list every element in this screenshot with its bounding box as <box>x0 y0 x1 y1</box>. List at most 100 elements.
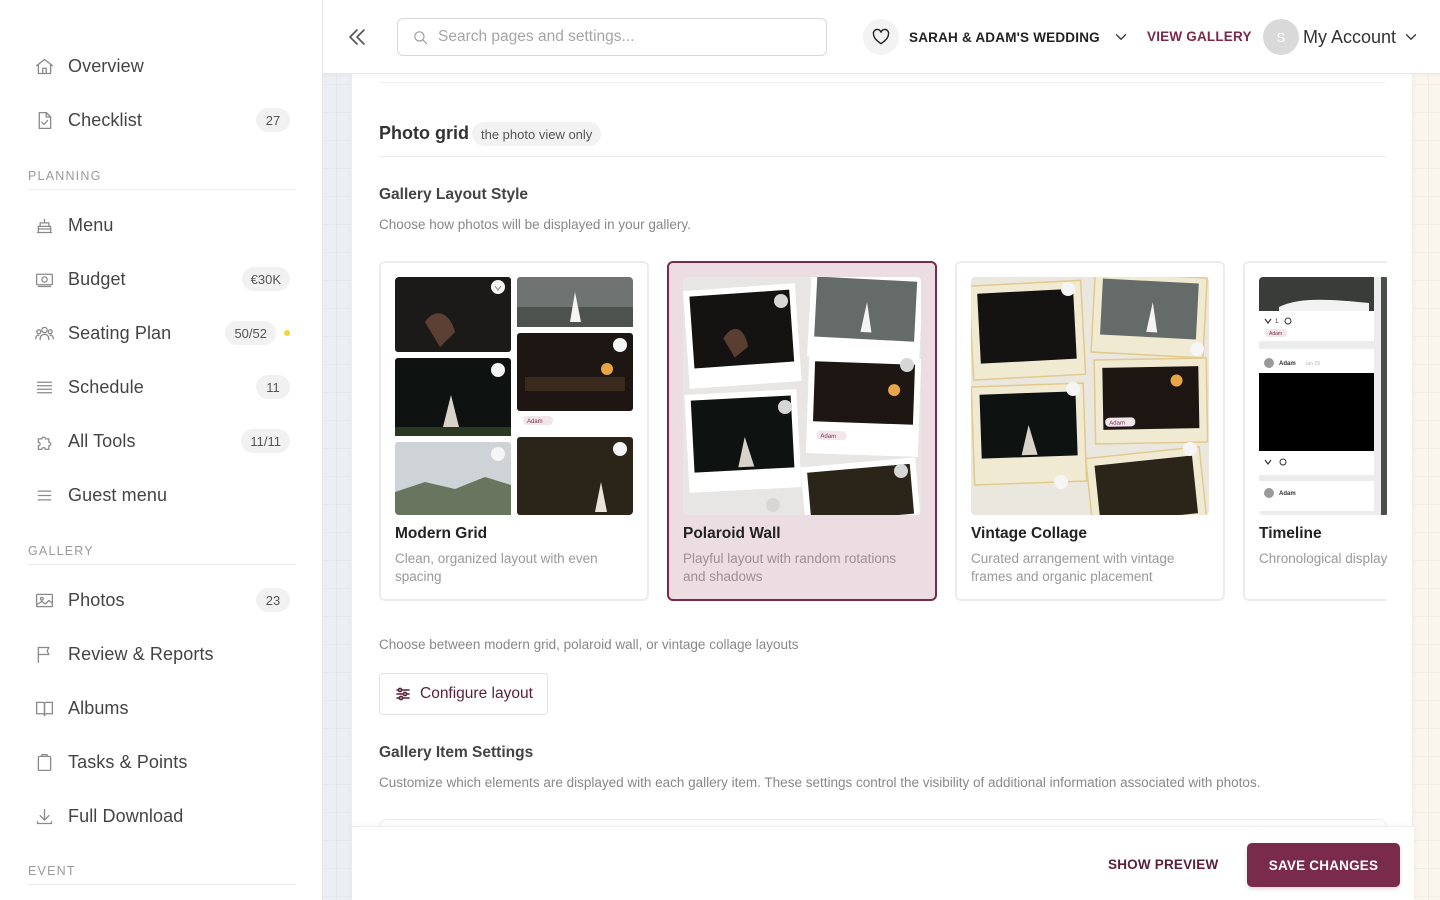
layout-card-polaroid-wall[interactable]: Adam Polaroid Wall Playful layout with r… <box>667 261 937 601</box>
divider <box>379 82 1386 83</box>
layout-card-description: Clean, organized layout with even spacin… <box>395 551 598 584</box>
double-chevron-left-icon <box>349 29 365 45</box>
money-icon <box>32 267 56 291</box>
sidebar-item-guest-menu[interactable]: Guest menu <box>28 473 292 517</box>
post-author: Adam <box>1279 361 1296 367</box>
chevron-down-icon <box>1112 28 1130 46</box>
section-heading-gallery: GALLERY <box>28 544 296 565</box>
post-date: Jan 29 <box>1305 361 1320 367</box>
status-dot <box>284 330 290 336</box>
count-badge: 23 <box>256 588 290 612</box>
uploader-tag: Adam <box>820 434 836 441</box>
sidebar-item-label: All Tools <box>68 430 136 451</box>
flag-icon <box>32 642 56 666</box>
account-menu[interactable]: S My Account <box>1263 19 1420 55</box>
sidebar-item-review-reports[interactable]: Review & Reports <box>28 632 292 676</box>
puzzle-icon <box>32 429 56 453</box>
search-box[interactable] <box>397 18 827 56</box>
count-badge: 11/11 <box>241 429 290 453</box>
layout-card-title: Polaroid Wall <box>683 525 781 542</box>
sidebar-item-label: Checklist <box>68 109 142 130</box>
event-name: SARAH & ADAM'S WEDDING <box>909 29 1100 45</box>
uploader-tag: Adam <box>527 419 543 425</box>
layout-card-vintage-collage[interactable]: Adam Vintage Collage Curated arrangement… <box>955 261 1225 601</box>
settings-panel: Photo grid the photo view only Gallery L… <box>351 74 1414 900</box>
view-gallery-link[interactable]: VIEW GALLERY <box>1147 29 1252 44</box>
sidebar-item-label: Full Download <box>68 805 184 826</box>
avatar: S <box>1263 19 1299 55</box>
search-icon <box>412 29 429 46</box>
layout-card-description: Curated arrangement with vintage frames … <box>971 551 1175 584</box>
count-badge: €30K <box>241 267 290 291</box>
sidebar-item-label: Overview <box>68 55 144 76</box>
checklist-icon <box>32 108 56 132</box>
sidebar-item-label: Budget <box>68 268 126 289</box>
sidebar-item-full-download[interactable]: Full Download <box>28 794 292 838</box>
layout-options: Adam Modern Grid Clean, organized layout… <box>379 261 1387 601</box>
layout-hint: Choose between modern grid, polaroid wal… <box>379 637 799 652</box>
sidebar-item-tasks-points[interactable]: Tasks & Points <box>28 740 292 784</box>
chevron-down-icon <box>1402 28 1420 46</box>
layout-style-heading: Gallery Layout Style <box>379 186 529 203</box>
hamburger-icon <box>32 483 56 507</box>
divider <box>379 156 1387 157</box>
show-preview-button[interactable]: SHOW PREVIEW <box>1108 857 1218 872</box>
schedule-icon <box>32 375 56 399</box>
top-header: SARAH & ADAM'S WEDDING VIEW GALLERY S My… <box>323 0 1440 74</box>
sidebar-item-albums[interactable]: Albums <box>28 686 292 730</box>
save-changes-button[interactable]: SAVE CHANGES <box>1247 843 1400 887</box>
section-heading-planning: PLANNING <box>28 169 296 190</box>
sidebar-item-budget[interactable]: Budget €30K <box>28 257 292 301</box>
configure-layout-button[interactable]: Configure layout <box>379 673 548 715</box>
configure-layout-label: Configure layout <box>420 685 533 702</box>
sidebar-item-label: Tasks & Points <box>68 751 188 772</box>
sidebar-item-label: Seating Plan <box>68 322 172 343</box>
layout-card-description: Chronological display with date markers … <box>1259 551 1387 566</box>
sidebar-item-label: Review & Reports <box>68 643 214 664</box>
item-settings-heading: Gallery Item Settings <box>379 744 534 761</box>
sidebar-item-photos[interactable]: Photos 23 <box>28 578 292 622</box>
post-author: Adam <box>1279 491 1296 497</box>
event-selector[interactable]: SARAH & ADAM'S WEDDING <box>863 19 1130 55</box>
modern-grid-preview: Adam <box>395 277 633 515</box>
layout-style-description: Choose how photos will be displayed in y… <box>379 217 691 232</box>
layout-card-description: Playful layout with random rotations and… <box>683 551 897 584</box>
image-icon <box>32 588 56 612</box>
item-settings-description: Customize which elements are displayed w… <box>379 775 1261 790</box>
account-label: My Account <box>1303 26 1397 47</box>
collapse-sidebar-button[interactable] <box>345 25 369 49</box>
book-icon <box>32 696 56 720</box>
home-icon <box>32 54 56 78</box>
uploader-tag: Adam <box>1269 331 1282 337</box>
timeline-preview: 1 Adam Adam Jan 29 Adam <box>1259 277 1387 515</box>
section-heading-event: EVENT <box>28 864 296 885</box>
section-title: Photo grid <box>379 123 469 143</box>
vintage-collage-preview: Adam <box>971 277 1209 515</box>
count-badge: 27 <box>256 108 290 132</box>
sidebar-item-label: Guest menu <box>68 484 168 505</box>
clipboard-icon <box>32 750 56 774</box>
count-badge: 50/52 <box>225 321 276 345</box>
sidebar-item-label: Photos <box>68 589 125 610</box>
sliders-icon <box>395 686 411 702</box>
sidebar-item-checklist[interactable]: Checklist 27 <box>28 98 292 142</box>
scope-badge: the photo view only <box>472 122 602 146</box>
cake-icon <box>32 213 56 237</box>
sidebar: Overview Checklist 27 PLANNING Menu Budg… <box>0 0 323 900</box>
layout-card-modern-grid[interactable]: Adam Modern Grid Clean, organized layout… <box>379 261 649 601</box>
sidebar-item-menu[interactable]: Menu <box>28 203 292 247</box>
layout-card-title: Vintage Collage <box>971 525 1087 542</box>
sidebar-item-label: Schedule <box>68 376 144 397</box>
sidebar-item-seating-plan[interactable]: Seating Plan 50/52 <box>28 311 292 355</box>
sidebar-item-label: Albums <box>68 697 129 718</box>
layout-card-title: Timeline <box>1259 525 1322 542</box>
sidebar-item-all-tools[interactable]: All Tools 11/11 <box>28 419 292 463</box>
heart-icon <box>863 19 899 55</box>
sidebar-item-overview[interactable]: Overview <box>28 44 292 88</box>
sidebar-item-label: Menu <box>68 214 114 235</box>
download-icon <box>32 804 56 828</box>
sidebar-item-schedule[interactable]: Schedule 11 <box>28 365 292 409</box>
search-input[interactable] <box>438 28 808 46</box>
action-footer: SHOW PREVIEW SAVE CHANGES <box>352 826 1414 900</box>
layout-card-timeline[interactable]: 1 Adam Adam Jan 29 Adam Timeline Chronol… <box>1243 261 1387 601</box>
